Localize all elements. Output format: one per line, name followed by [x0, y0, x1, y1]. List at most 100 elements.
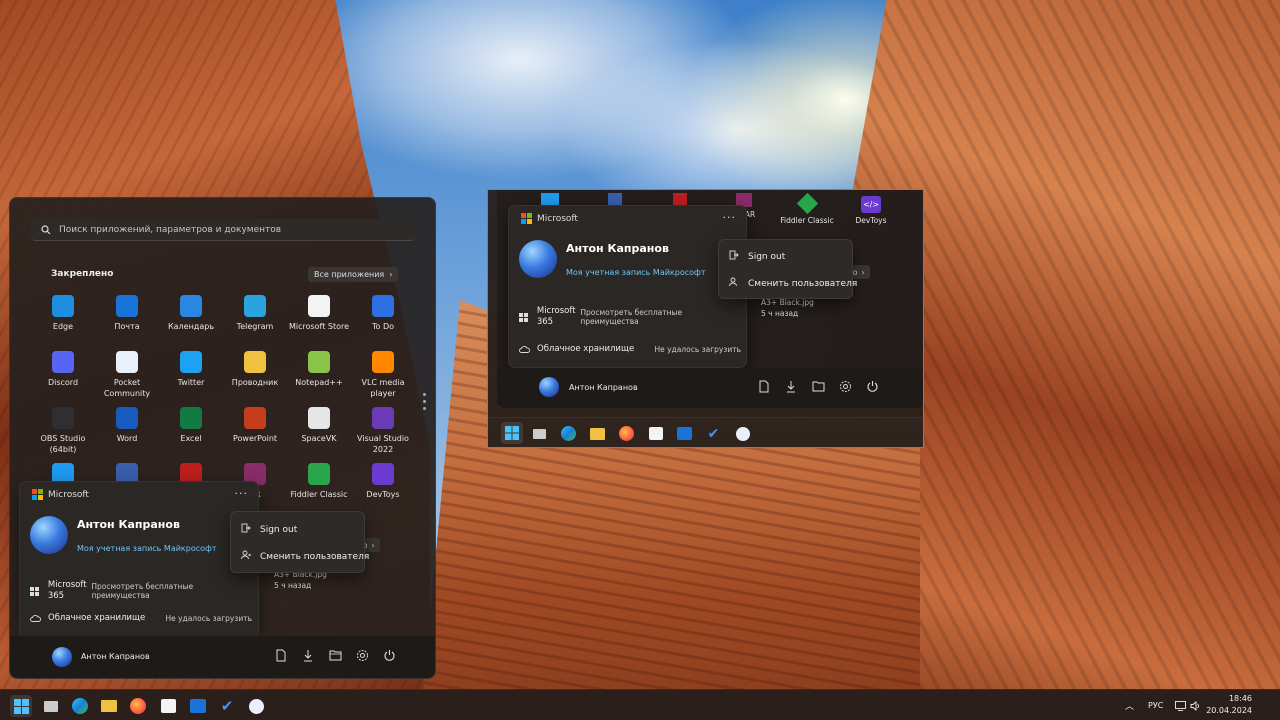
settings-icon[interactable] [356, 649, 370, 663]
clock[interactable]: 18:46 20.04.2024 [1206, 693, 1252, 717]
m365-value: Просмотреть бесплатные преимущества [580, 308, 683, 326]
folder-icon[interactable] [589, 425, 606, 442]
telegram-icon [244, 295, 266, 317]
avatar [30, 516, 68, 554]
pinned-app-pocket-community[interactable]: Pocket Community [95, 351, 159, 399]
outlook-icon[interactable] [676, 425, 693, 442]
explorer-icon[interactable] [329, 649, 343, 663]
documents-icon[interactable] [275, 649, 289, 663]
firefox-icon[interactable] [618, 425, 635, 442]
filezilla-icon [673, 193, 687, 205]
avatar[interactable] [539, 377, 559, 397]
start-button[interactable] [10, 695, 32, 717]
switch-user-item[interactable]: Сменить пользователя [241, 550, 369, 563]
sign-out-item[interactable]: Sign out [241, 523, 297, 536]
pinned-app-visual-studio-2022[interactable]: Visual Studio 2022 [351, 407, 415, 455]
pocket-icon [116, 351, 138, 373]
pinned-app-проводник[interactable]: Проводник [223, 351, 287, 388]
preview-app-fiddler[interactable]: Fiddler Classic [775, 192, 839, 225]
account-card: Microsoft ··· Антон Капранов Моя учетная… [19, 481, 259, 639]
account-link[interactable]: Моя учетная запись Майкрософт [77, 544, 217, 553]
pinned-app-label: Twitter [177, 378, 205, 387]
all-apps-button[interactable]: Все приложения › [308, 267, 399, 282]
pinned-app-календарь[interactable]: Календарь [159, 295, 223, 332]
network-icon[interactable] [1175, 690, 1186, 720]
pinned-app-devtoys[interactable]: DevToys [351, 463, 415, 500]
footer-user-name[interactable]: Антон Капранов [569, 383, 638, 392]
page-indicator[interactable] [423, 393, 426, 414]
search-input[interactable]: Поиск приложений, параметров и документо… [31, 219, 415, 241]
devtoys-icon: </> [861, 196, 881, 213]
task-view-icon[interactable] [531, 425, 548, 442]
power-icon[interactable] [383, 649, 397, 663]
power-icon[interactable] [866, 380, 880, 394]
screenshot-preview[interactable]: AR Fiddler Classic </> DevToys Microsoft… [487, 189, 924, 448]
sign-out-item[interactable]: Sign out [729, 250, 785, 263]
microsoft-logo-icon [32, 489, 43, 500]
edge-icon[interactable] [69, 695, 91, 717]
todo-icon[interactable]: ✔ [216, 695, 238, 717]
explorer-icon[interactable] [812, 380, 826, 394]
cloud-value: Не удалось загрузить [165, 613, 252, 623]
firefox-icon[interactable] [127, 695, 149, 717]
pinned-app-spacevk[interactable]: SpaceVK [287, 407, 351, 444]
volume-icon[interactable] [1190, 690, 1201, 720]
pinned-app-obs-studio-64bit-[interactable]: OBS Studio (64bit) [31, 407, 95, 455]
preview-app-monitor[interactable] [583, 193, 647, 205]
more-options-button[interactable]: ··· [235, 487, 249, 500]
tray-overflow-button[interactable]: ︿ [1125, 690, 1134, 720]
edge-icon[interactable] [560, 425, 577, 442]
footer-user-name[interactable]: Антон Капранов [81, 652, 150, 661]
store-icon[interactable] [647, 425, 664, 442]
pinned-app-почта[interactable]: Почта [95, 295, 159, 332]
microsoft-label: Microsoft [537, 213, 578, 224]
pinned-app-notepad-[interactable]: Notepad++ [287, 351, 351, 388]
start-button[interactable] [501, 422, 523, 444]
pinned-app-twitter[interactable]: Twitter [159, 351, 223, 388]
pinned-app-label: Notepad++ [295, 378, 343, 387]
avatar[interactable] [52, 647, 72, 667]
pinned-app-telegram[interactable]: Telegram [223, 295, 287, 332]
downloads-icon[interactable] [302, 649, 316, 663]
task-view-icon[interactable] [40, 695, 62, 717]
preview-app-devtoys[interactable]: </> DevToys [839, 193, 903, 225]
more-options-button[interactable]: ··· [723, 211, 737, 224]
pinned-app-to-do[interactable]: To Do [351, 295, 415, 332]
switch-user-item[interactable]: Сменить пользователя [729, 277, 857, 290]
settings-icon[interactable] [839, 380, 853, 394]
pinned-app-powerpoint[interactable]: PowerPoint [223, 407, 287, 444]
account-context-menu: Sign out Сменить пользователя [718, 239, 857, 299]
pinned-app-vlc-media-player[interactable]: VLC media player [351, 351, 415, 399]
recommended-file[interactable]: A3+ Black.jpg 5 ч назад [761, 297, 814, 319]
cloud-storage-row[interactable]: Облачное хранилище Не удалось загрузить [30, 613, 252, 623]
pocket-icon[interactable] [245, 695, 267, 717]
m365-row[interactable]: Microsoft 365 Просмотреть бесплатные пре… [30, 580, 252, 602]
preview-app-filezilla[interactable] [648, 193, 712, 205]
cloud-label: Облачное хранилище [537, 344, 635, 354]
store-icon[interactable] [157, 695, 179, 717]
folder-icon[interactable] [98, 695, 120, 717]
documents-icon[interactable] [758, 380, 772, 394]
language-indicator[interactable]: РУС [1148, 690, 1163, 720]
pinned-app-discord[interactable]: Discord [31, 351, 95, 388]
store-icon [308, 295, 330, 317]
pinned-app-excel[interactable]: Excel [159, 407, 223, 444]
switch-user-label: Сменить пользователя [748, 278, 858, 289]
m365-row[interactable]: Microsoft 365 Просмотреть бесплатные пре… [519, 306, 741, 328]
todo-icon[interactable]: ✔ [705, 425, 722, 442]
pinned-app-fiddler-classic[interactable]: Fiddler Classic [287, 463, 351, 500]
preview-app-label: Fiddler Classic [780, 216, 834, 225]
downloads-icon[interactable] [785, 380, 799, 394]
cloud-storage-row[interactable]: Облачное хранилище Не удалось загрузить [519, 344, 741, 354]
switch-user-icon [241, 550, 252, 563]
discord-icon [52, 351, 74, 373]
pocket-icon[interactable] [734, 425, 751, 442]
pinned-app-edge[interactable]: Edge [31, 295, 95, 332]
outlook-icon[interactable] [187, 695, 209, 717]
account-link[interactable]: Моя учетная запись Майкрософт [566, 268, 706, 277]
m365-icon [30, 586, 42, 596]
pinned-app-label: Microsoft Store [288, 322, 350, 331]
pinned-app-label: Excel [180, 434, 202, 443]
pinned-app-microsoft-store[interactable]: Microsoft Store [287, 295, 351, 332]
pinned-app-word[interactable]: Word [95, 407, 159, 444]
